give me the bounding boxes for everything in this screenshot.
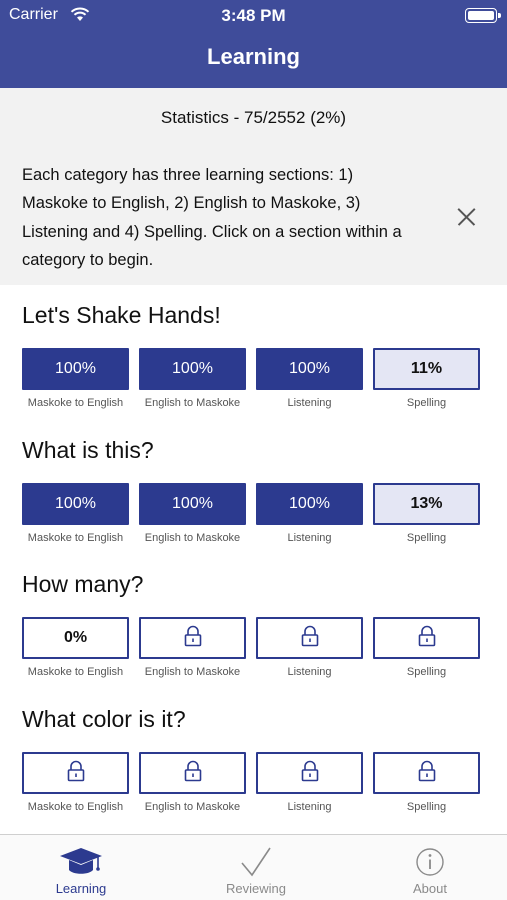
section-item: 100% Maskoke to English [22, 483, 129, 544]
tab-learning[interactable]: Learning [26, 835, 136, 900]
battery-icon [465, 8, 501, 23]
section-button[interactable]: 0% [22, 617, 129, 659]
section-item: 100% Maskoke to English [22, 348, 129, 409]
section-item: 100% English to Maskoke [139, 483, 246, 544]
section-item: English to Maskoke [139, 617, 246, 678]
clock: 3:48 PM [221, 6, 286, 25]
section-button[interactable] [139, 617, 246, 659]
section-label: English to Maskoke [144, 397, 241, 409]
section-button[interactable] [256, 752, 363, 794]
section-item: 0% Maskoke to English [22, 617, 129, 678]
section-item: 100% English to Maskoke [139, 348, 246, 409]
section-progress: 100% [172, 495, 213, 512]
section-label: Maskoke to English [27, 801, 124, 813]
info-panel: Statistics - 75/2552 (2%) Each category … [0, 88, 507, 285]
section-progress: 100% [172, 360, 213, 377]
info-icon [416, 848, 444, 876]
section-button[interactable] [256, 617, 363, 659]
category-block: How many? 0% Maskoke to English English to … [0, 571, 507, 701]
section-label: Listening [287, 801, 332, 813]
section-button[interactable] [373, 617, 480, 659]
section-item: Listening [256, 617, 363, 678]
tab-reviewing-label: Reviewing [226, 881, 286, 896]
statistics-text: Statistics - 75/2552 (2%) [160, 108, 347, 127]
category-title: Let's Shake Hands! [22, 302, 221, 328]
lock-icon [300, 625, 320, 652]
section-item: Maskoke to English [22, 752, 129, 813]
section-label: Listening [287, 397, 332, 409]
intro-text: Each category has three learning section… [22, 166, 402, 270]
tab-reviewing[interactable]: Reviewing [201, 835, 311, 900]
section-progress: 13% [410, 495, 443, 512]
section-progress: 100% [289, 360, 330, 377]
nav-bar: Learning [0, 30, 507, 88]
lock-icon [417, 760, 437, 787]
graduation-cap-icon [60, 848, 102, 874]
section-button[interactable]: 11% [373, 348, 480, 390]
section-item: Spelling [373, 617, 480, 678]
lock-icon [183, 625, 203, 652]
section-progress: 11% [410, 360, 443, 377]
section-button[interactable]: 100% [256, 483, 363, 525]
section-label: Maskoke to English [27, 397, 124, 409]
page-title: Learning [207, 44, 300, 69]
section-item: 13% Spelling [373, 483, 480, 544]
category-title: How many? [22, 571, 144, 597]
section-button[interactable]: 100% [139, 483, 246, 525]
category-block: Let's Shake Hands! 100% Maskoke to English… [0, 302, 507, 432]
close-icon[interactable] [452, 203, 480, 231]
section-item: 100% Listening [256, 483, 363, 544]
section-label: English to Maskoke [144, 801, 241, 813]
section-label: Maskoke to English [27, 532, 124, 544]
section-item: Listening [256, 752, 363, 813]
section-item: Spelling [373, 752, 480, 813]
tab-about[interactable]: About [375, 835, 485, 900]
section-label: English to Maskoke [144, 532, 241, 544]
checkmark-icon [241, 847, 271, 877]
section-button[interactable]: 100% [256, 348, 363, 390]
section-label: Spelling [406, 801, 447, 813]
section-progress: 100% [55, 495, 96, 512]
section-progress: 100% [55, 360, 96, 377]
section-progress: 100% [289, 495, 330, 512]
section-label: Listening [287, 532, 332, 544]
lock-icon [300, 760, 320, 787]
section-button[interactable]: 100% [139, 348, 246, 390]
lock-icon [66, 760, 86, 787]
section-label: Spelling [406, 532, 447, 544]
section-button[interactable]: 100% [22, 348, 129, 390]
section-item: English to Maskoke [139, 752, 246, 813]
section-item: 100% Listening [256, 348, 363, 409]
section-button[interactable]: 13% [373, 483, 480, 525]
section-label: Listening [287, 666, 332, 678]
tab-bar: Learning Reviewing About [0, 834, 507, 900]
status-bar: Carrier 3:48 PM [0, 0, 507, 30]
category-title: What is this? [22, 437, 154, 463]
section-button[interactable] [373, 752, 480, 794]
category-block: What color is it? Maskoke to English Engli… [0, 706, 507, 836]
section-item: 11% Spelling [373, 348, 480, 409]
section-label: Spelling [406, 397, 447, 409]
tab-learning-label: Learning [55, 881, 107, 896]
section-button[interactable]: 100% [22, 483, 129, 525]
tab-about-label: About [413, 881, 447, 896]
lock-icon [417, 625, 437, 652]
section-label: Spelling [406, 666, 447, 678]
category-block: What is this? 100% Maskoke to English 100% E… [0, 437, 507, 567]
section-label: English to Maskoke [144, 666, 241, 678]
section-button[interactable] [22, 752, 129, 794]
category-title: What color is it? [22, 706, 186, 732]
section-button[interactable] [139, 752, 246, 794]
lock-icon [183, 760, 203, 787]
section-label: Maskoke to English [27, 666, 124, 678]
section-progress: 0% [63, 629, 88, 646]
